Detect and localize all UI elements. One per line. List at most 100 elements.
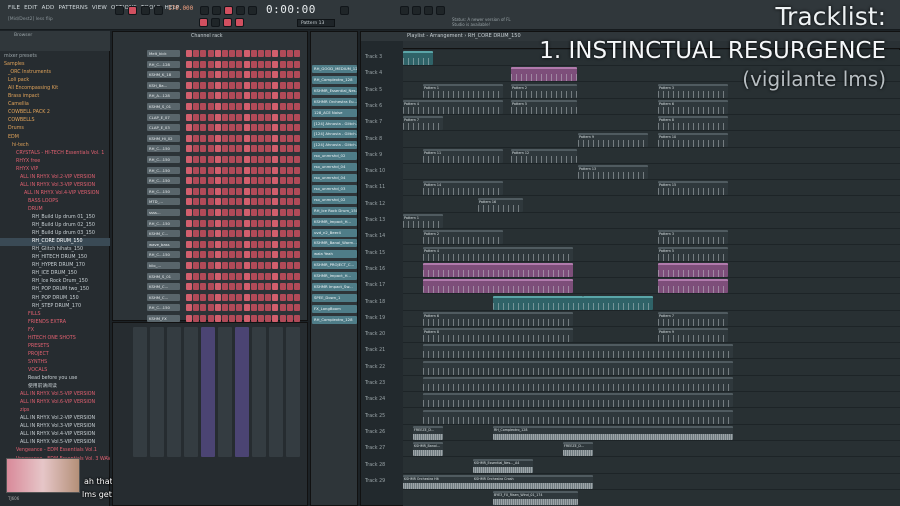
step-button[interactable] (258, 230, 264, 238)
step-button[interactable] (265, 198, 272, 206)
step-button[interactable] (193, 187, 200, 195)
step-button[interactable] (207, 71, 214, 79)
step-button[interactable] (229, 145, 236, 153)
step-button[interactable] (272, 209, 279, 216)
step-button[interactable] (214, 50, 221, 57)
step-button[interactable] (186, 156, 192, 163)
step-button[interactable] (286, 272, 293, 280)
step-button[interactable] (229, 315, 236, 322)
step-button[interactable] (243, 103, 250, 110)
step-button[interactable] (222, 304, 228, 312)
step-button[interactable] (279, 145, 286, 153)
pattern-name-item[interactable]: [124] Ahnovia - Glitch... (312, 130, 357, 139)
step-button[interactable] (207, 209, 214, 216)
step-button[interactable] (200, 134, 207, 142)
step-button[interactable] (222, 92, 228, 100)
step-button[interactable] (250, 283, 257, 291)
step-button[interactable] (229, 209, 236, 216)
playlist-clip[interactable] (423, 409, 733, 424)
step-button[interactable] (207, 166, 214, 174)
step-button[interactable] (222, 219, 228, 227)
track-header[interactable]: Track 14 (365, 229, 401, 245)
step-button[interactable] (200, 219, 207, 227)
step-button[interactable] (236, 124, 243, 132)
step-button[interactable] (286, 262, 293, 269)
step-button[interactable] (236, 283, 243, 291)
browser-item[interactable]: RH_HITECH DRUM_150 (0, 254, 110, 262)
step-button[interactable] (193, 293, 200, 301)
step-button[interactable] (279, 315, 286, 322)
step-button[interactable] (222, 198, 228, 206)
step-button[interactable] (272, 293, 279, 301)
channel-name-button[interactable]: MTD_... (147, 198, 180, 206)
step-button[interactable] (214, 166, 221, 174)
record-button[interactable] (154, 6, 163, 15)
step-button[interactable] (279, 134, 286, 142)
track-lane[interactable] (403, 441, 900, 458)
step-button[interactable] (258, 209, 264, 216)
browser-item[interactable]: RH_POP DRUM_150 (0, 295, 110, 303)
step-button[interactable] (250, 113, 257, 121)
browser-item[interactable]: FRIENDS EXTRA (0, 319, 110, 327)
step-button[interactable] (258, 50, 264, 57)
step-button[interactable] (279, 240, 286, 248)
step-button[interactable] (265, 113, 272, 121)
pattern-name-item[interactable]: KSHMR Impact_Sw... (312, 283, 357, 291)
step-button[interactable] (193, 92, 200, 100)
browser-item[interactable]: ALL IN RHYX Vol.4-VIP VERSION (0, 190, 110, 198)
step-button[interactable] (272, 315, 279, 322)
step-button[interactable] (229, 92, 236, 100)
step-button[interactable] (193, 283, 200, 291)
step-button[interactable] (265, 124, 272, 132)
step-button[interactable] (222, 262, 228, 269)
step-button[interactable] (236, 103, 243, 110)
step-button[interactable] (222, 145, 228, 153)
step-button[interactable] (265, 187, 272, 195)
track-header[interactable]: Track 3 (365, 50, 401, 66)
step-button[interactable] (279, 187, 286, 195)
playlist-clip[interactable] (583, 295, 653, 310)
step-button[interactable] (214, 145, 221, 153)
playlist-clip[interactable] (493, 295, 583, 310)
step-button[interactable] (200, 272, 207, 280)
step-button[interactable] (279, 71, 286, 79)
step-button[interactable] (294, 124, 300, 132)
step-button[interactable] (265, 293, 272, 301)
track-header[interactable]: Track 29 (365, 474, 401, 490)
step-button[interactable] (272, 304, 279, 312)
browser-item[interactable]: ALL IN RHYX Vol.3-VIP VERSION (0, 423, 110, 431)
step-button[interactable] (236, 92, 243, 100)
step-button[interactable] (265, 251, 272, 259)
channel-name-button[interactable]: KSHM_Hi_02 (147, 134, 180, 142)
step-button[interactable] (200, 81, 207, 89)
step-button[interactable] (265, 230, 272, 238)
playlist-clip[interactable] (423, 279, 573, 294)
step-button[interactable] (272, 251, 279, 259)
step-button[interactable] (294, 283, 300, 291)
step-button[interactable] (186, 124, 192, 132)
playlist-clip[interactable] (511, 67, 577, 82)
step-button[interactable] (250, 166, 257, 174)
track-header[interactable]: Track 21 (365, 343, 401, 359)
step-button[interactable] (272, 92, 279, 100)
step-button[interactable] (186, 81, 192, 89)
playlist-clip[interactable] (658, 279, 728, 294)
step-button[interactable] (279, 124, 286, 132)
step-button[interactable] (207, 240, 214, 248)
channel-name-button[interactable]: kilo_... (147, 262, 180, 269)
step-button[interactable] (186, 113, 192, 121)
step-button[interactable] (236, 113, 243, 121)
step-button[interactable] (272, 145, 279, 153)
step-button[interactable] (294, 198, 300, 206)
step-button[interactable] (186, 134, 192, 142)
step-button[interactable] (214, 71, 221, 79)
step-button[interactable] (279, 166, 286, 174)
pattern-name-item[interactable]: RH_GOOD_MEDIUM_128 (312, 65, 357, 73)
browser-item[interactable]: mixer presets (0, 53, 110, 61)
step-button[interactable] (200, 315, 207, 322)
channel-name-button[interactable]: RH_C...150 (147, 177, 180, 185)
step-button[interactable] (186, 198, 192, 206)
step-button[interactable] (200, 187, 207, 195)
channel-name-button[interactable]: KSHM_K_18 (147, 71, 180, 79)
step-button[interactable] (272, 283, 279, 291)
